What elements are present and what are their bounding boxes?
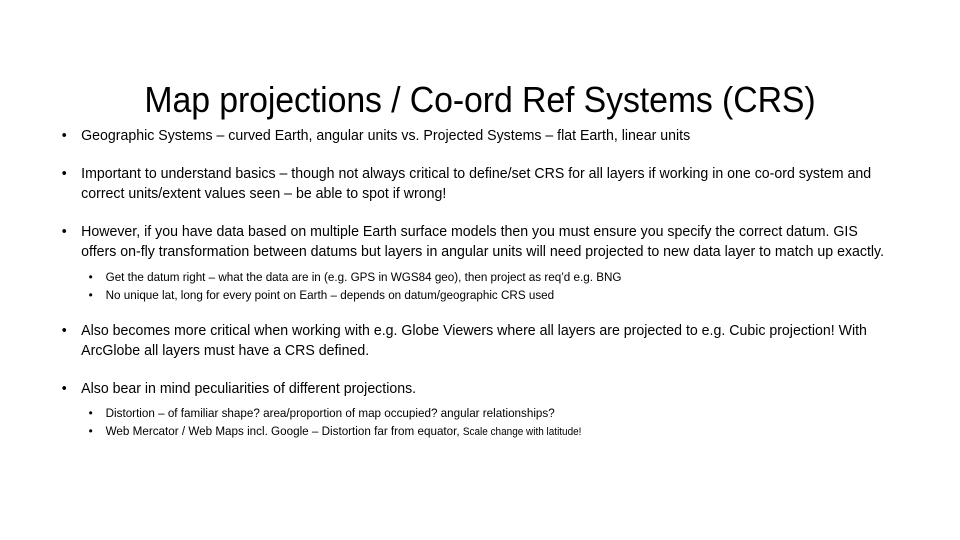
sub-bullet-item-no-unique-lat-long: • No unique lat, long for every point on… xyxy=(81,287,871,304)
bullet-text: Geographic Systems – curved Earth, angul… xyxy=(81,128,691,144)
bullet-marker-icon: • xyxy=(61,128,67,144)
bullet-item-geographic-systems: • Geographic Systems – curved Earth, ang… xyxy=(54,126,896,147)
bullet-item-peculiarities: • Also bear in mind peculiarities of dif… xyxy=(54,379,896,442)
presentation-slide: Map projections / Co-ord Ref Systems (CR… xyxy=(0,0,960,540)
bullet-marker-icon: • xyxy=(88,406,93,420)
sub-bullet-list-distortion: • Distortion – of familiar shape? area/p… xyxy=(81,405,896,441)
bullet-marker-icon: • xyxy=(61,380,67,397)
bullet-marker-icon: • xyxy=(61,322,67,339)
bullet-text: Also becomes more critical when working … xyxy=(81,322,867,360)
bullet-marker-icon: • xyxy=(88,269,93,284)
bullet-item-earth-surface-models: • However, if you have data based on mul… xyxy=(54,222,896,304)
bullet-item-globe-viewers: • Also becomes more critical when workin… xyxy=(54,321,896,362)
bullet-list: • Geographic Systems – curved Earth, ang… xyxy=(54,126,922,441)
sub-bullet-list-datum: • Get the datum right – what the data ar… xyxy=(81,269,896,304)
sub-bullet-item-get-datum-right: • Get the datum right – what the data ar… xyxy=(81,269,871,286)
sub-bullet-item-distortion: • Distortion – of familiar shape? area/p… xyxy=(81,405,871,422)
bullet-text: However, if you have data based on multi… xyxy=(81,223,885,261)
slide-title: Map projections / Co-ord Ref Systems (CR… xyxy=(144,79,816,121)
bullet-marker-icon: • xyxy=(61,223,67,240)
sub-bullet-text-emphasis: Scale change with latitude! xyxy=(462,426,582,438)
sub-bullet-text: Get the datum right – what the data are … xyxy=(105,269,622,284)
bullet-marker-icon: • xyxy=(88,424,93,438)
sub-bullet-item-web-mercator: • Web Mercator / Web Maps incl. Google –… xyxy=(81,423,871,441)
bullet-marker-icon: • xyxy=(61,165,67,182)
slide-body: • Geographic Systems – curved Earth, ang… xyxy=(54,126,922,442)
bullet-item-understand-basics: • Important to understand basics – thoug… xyxy=(54,164,896,205)
bullet-text: Also bear in mind peculiarities of diffe… xyxy=(81,380,417,397)
sub-bullet-text: Web Mercator / Web Maps incl. Google – D… xyxy=(105,424,463,438)
sub-bullet-text: Distortion – of familiar shape? area/pro… xyxy=(105,406,555,420)
bullet-marker-icon: • xyxy=(88,287,93,302)
bullet-text: Important to understand basics – though … xyxy=(81,165,872,203)
sub-bullet-text: No unique lat, long for every point on E… xyxy=(105,287,555,302)
